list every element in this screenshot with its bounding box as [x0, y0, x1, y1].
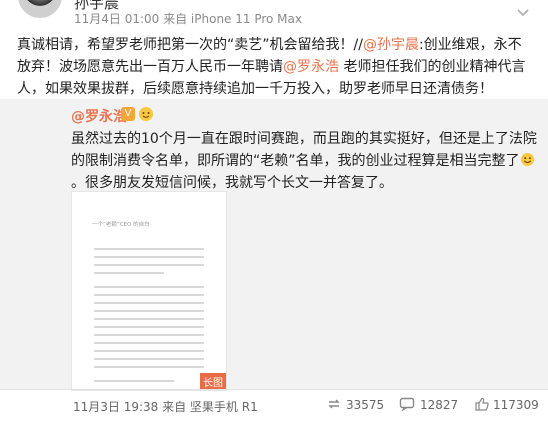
- repost-meta: 11月3日 19:38 来自 坚果手机 R1: [73, 400, 258, 414]
- avatar[interactable]: [18, 0, 62, 18]
- repost-text: 虽然过去的10个月一直在跟时间赛跑，而且跑的其实挺好，但还是上了法院的限制消费令…: [71, 131, 537, 191]
- like-icon[interactable]: [474, 397, 490, 411]
- repost-author[interactable]: @罗永浩: [71, 106, 127, 126]
- image-title: 一个“老赖”CEO 的自白: [92, 222, 150, 228]
- comment-count[interactable]: 12827: [420, 398, 458, 412]
- divider: [0, 389, 548, 390]
- post-meta: 11月4日 01:00 来自 iPhone 11 Pro Max: [74, 12, 302, 26]
- comment-icon[interactable]: [399, 397, 415, 411]
- mention-link[interactable]: @孙宇晨: [363, 37, 419, 53]
- like-count[interactable]: 117309: [493, 398, 539, 412]
- repost-icon[interactable]: [326, 397, 342, 411]
- repost-count[interactable]: 33575: [346, 398, 384, 412]
- chevron-down-icon[interactable]: [516, 6, 530, 20]
- smile-emoji-icon: [520, 152, 534, 167]
- emoji-icon: [139, 107, 153, 121]
- verified-icon: V: [121, 107, 135, 121]
- long-image-thumbnail[interactable]: 一个“老赖”CEO 的自白 长图: [71, 191, 227, 391]
- post-text: 真诚相请，希望罗老师把第一次的“卖艺”机会留给我！//@孙宇晨:创业维艰，永不放…: [17, 37, 526, 97]
- mention-link[interactable]: @罗永浩: [283, 59, 339, 75]
- long-image-tag: 长图: [200, 373, 226, 390]
